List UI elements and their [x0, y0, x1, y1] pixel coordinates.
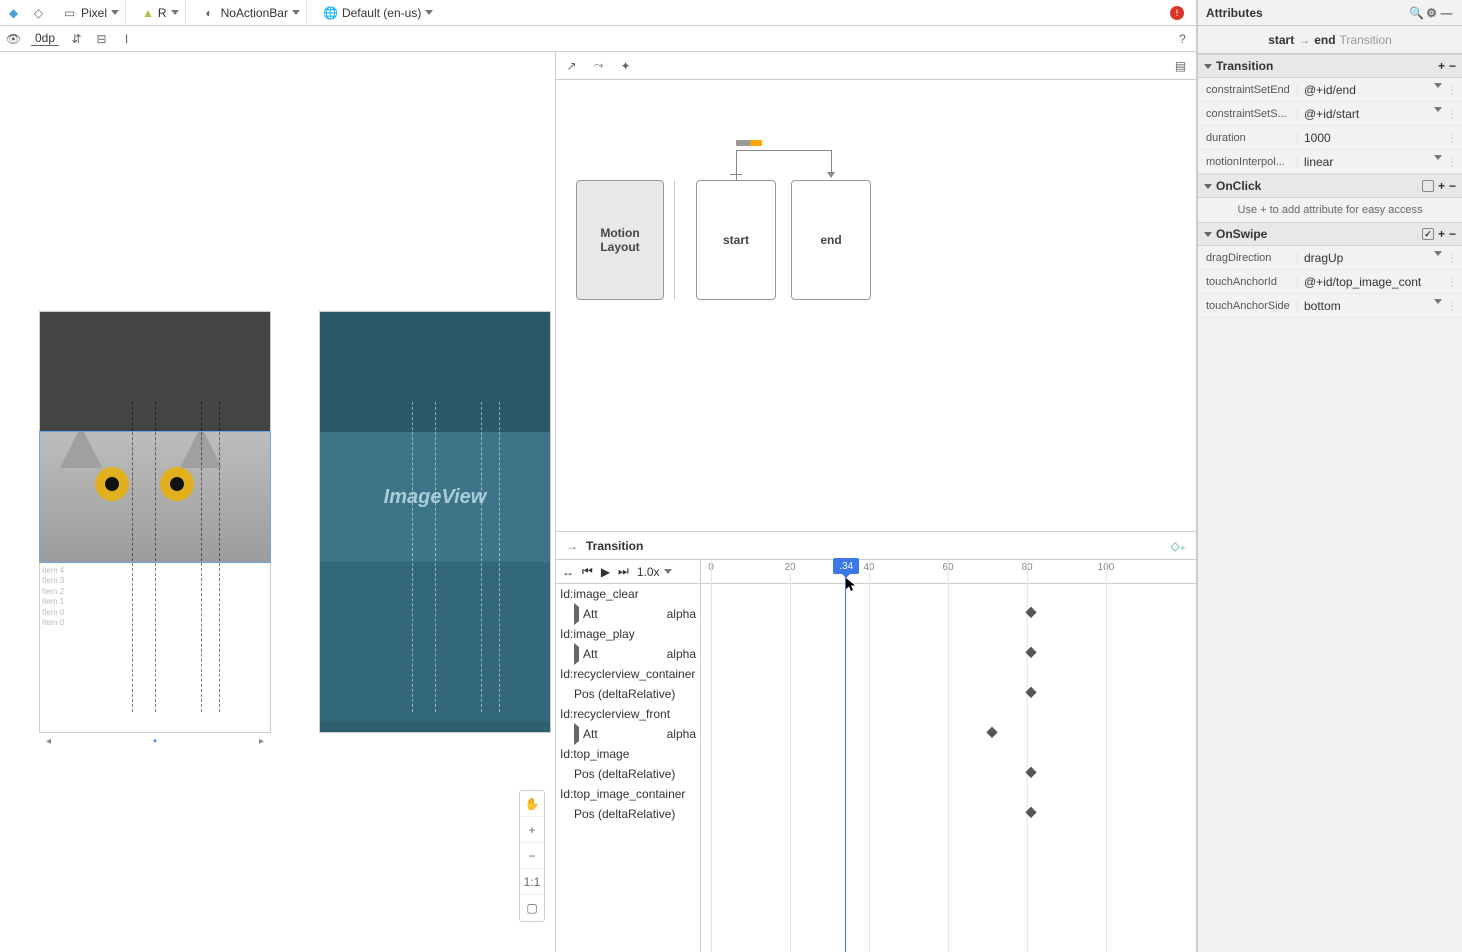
property-row[interactable]: constraintSetEnd@+id/end⋮ — [1198, 78, 1462, 102]
attributes-title: Attributes — [1206, 6, 1263, 20]
go-start-button[interactable]: ⏮ — [582, 564, 593, 579]
add-keyframe-button[interactable]: ◇₊ — [1170, 539, 1186, 553]
timeline-id-row[interactable]: Id:image_clear — [556, 584, 700, 604]
palette-icon[interactable]: ◆ — [6, 5, 21, 20]
timeline-panel: → Transition ◇₊ ↔ ⏮ ▶ ⏭ 1.0x — [556, 532, 1196, 952]
chevron-down-icon — [425, 10, 433, 15]
direction-button[interactable]: ↔ — [562, 565, 574, 579]
property-row[interactable]: motionInterpol...linear⋮ — [1198, 150, 1462, 174]
section-onswipe[interactable]: OnSwipe✓+− — [1198, 222, 1462, 246]
theme-dropdown[interactable]: ◐NoActionBar — [202, 5, 300, 20]
end-constraint-set[interactable]: end — [791, 180, 871, 300]
device-icon: ▭ — [62, 5, 77, 20]
timeline-attr-row[interactable]: Pos (deltaRelative) — [556, 804, 700, 824]
horizontal-scrollbar[interactable]: ◂▪▸ — [40, 735, 270, 747]
device-dropdown[interactable]: Pixel — [81, 6, 119, 20]
guideline-icon[interactable]: ⊟ — [94, 31, 109, 46]
add-constraint-icon[interactable]: ↗ — [564, 58, 579, 73]
playhead[interactable]: .34 — [845, 560, 846, 952]
attributes-panel: Attributes 🔍 ⚙ — start → end Transition … — [1197, 0, 1462, 952]
remove-attribute-button[interactable]: − — [1449, 179, 1456, 193]
timeline-attr-row[interactable]: Attalpha — [556, 604, 700, 624]
theme-icon: ◐ — [202, 5, 217, 20]
cursor-icon — [846, 578, 856, 592]
add-attribute-button[interactable]: + — [1438, 227, 1445, 241]
view-options-toolbar: 👁 0dp ⇵ ⊟ I ? — [0, 26, 1196, 52]
timeline-id-row[interactable]: Id:recyclerview_front — [556, 704, 700, 724]
chevron-down-icon — [664, 569, 672, 574]
design-canvas[interactable]: Item 4Item 3Item 2Item 1Item 0Item 0 ◂▪▸… — [0, 52, 555, 952]
remove-attribute-button[interactable]: − — [1449, 227, 1456, 241]
zoom-actual-button[interactable]: 1:1 — [520, 869, 544, 895]
timeline-attr-row[interactable]: Attalpha — [556, 724, 700, 744]
blueprint-preview[interactable]: ImageView — [320, 312, 550, 732]
transition-arrow[interactable] — [736, 140, 762, 146]
help-icon[interactable]: ? — [1175, 31, 1190, 46]
timeline-id-row[interactable]: Id:top_image — [556, 744, 700, 764]
speed-dropdown[interactable]: 1.0x — [637, 565, 672, 579]
section-checkbox[interactable] — [1422, 180, 1434, 192]
timeline-id-row[interactable]: Id:top_image_container — [556, 784, 700, 804]
chevron-down-icon — [111, 10, 119, 15]
pan-button[interactable]: ✋ — [520, 791, 544, 817]
timeline-attr-row[interactable]: Pos (deltaRelative) — [556, 684, 700, 704]
zoom-out-button[interactable]: − — [520, 843, 544, 869]
chevron-down-icon — [171, 10, 179, 15]
zoom-fit-button[interactable]: ▢ — [520, 895, 544, 921]
zoom-controls: ✋ + − 1:1 ▢ — [519, 790, 545, 922]
onclick-hint: Use + to add attribute for easy access — [1198, 198, 1462, 222]
section-transition[interactable]: Transition+− — [1198, 54, 1462, 78]
property-row[interactable]: touchAnchorSidebottom⋮ — [1198, 294, 1462, 318]
timeline-attr-row[interactable]: Attalpha — [556, 644, 700, 664]
api-dropdown[interactable]: ▲R — [142, 6, 179, 20]
add-attribute-button[interactable]: + — [1438, 59, 1445, 73]
chevron-down-icon — [292, 10, 300, 15]
go-end-button[interactable]: ⏭ — [618, 564, 629, 579]
keyframe-diamond[interactable] — [986, 727, 997, 738]
orientation-icon[interactable]: ◇ — [31, 5, 46, 20]
android-icon: ▲ — [142, 6, 154, 20]
surface-cycle-icon[interactable]: ▤ — [1173, 58, 1188, 73]
timeline-title: Transition — [586, 539, 643, 553]
locale-dropdown[interactable]: 🌐Default (en-us) — [323, 5, 433, 20]
add-click-icon[interactable]: ✦ — [618, 58, 633, 73]
property-row[interactable]: dragDirectiondragUp⋮ — [1198, 246, 1462, 270]
property-row[interactable]: touchAnchorId@+id/top_image_cont⋮ — [1198, 270, 1462, 294]
design-toolbar: ◆ ◇ ▭ Pixel ▲R ◐NoActionBar 🌐Default (en… — [0, 0, 1196, 26]
search-icon[interactable]: 🔍 — [1409, 5, 1424, 20]
motion-layout-box[interactable]: Motion Layout — [576, 180, 664, 300]
gear-icon[interactable]: ⚙ — [1424, 5, 1439, 20]
margin-dropdown[interactable]: 0dp — [31, 31, 59, 46]
align-icon[interactable]: ⇵ — [69, 31, 84, 46]
eye-icon[interactable]: 👁 — [6, 31, 21, 46]
design-preview[interactable]: Item 4Item 3Item 2Item 1Item 0Item 0 ◂▪▸ — [40, 312, 270, 732]
error-badge[interactable]: ! — [1170, 6, 1184, 20]
section-onclick[interactable]: OnClick+− — [1198, 174, 1462, 198]
motion-overview: ↗ ⤳ ✦ ▤ Motion Layout start end — [556, 52, 1196, 532]
timeline-attr-row[interactable]: Pos (deltaRelative) — [556, 764, 700, 784]
globe-icon: 🌐 — [323, 5, 338, 20]
tools-icon[interactable]: I — [119, 31, 134, 46]
transition-icon: → — [566, 539, 578, 553]
remove-attribute-button[interactable]: − — [1449, 59, 1456, 73]
timeline-id-row[interactable]: Id:recyclerview_container — [556, 664, 700, 684]
section-checkbox[interactable]: ✓ — [1422, 228, 1434, 240]
add-transition-icon[interactable]: ⤳ — [591, 58, 606, 73]
minimize-icon[interactable]: — — [1439, 5, 1454, 20]
start-constraint-set[interactable]: start — [696, 180, 776, 300]
add-attribute-button[interactable]: + — [1438, 179, 1445, 193]
selection-breadcrumb: start → end Transition — [1198, 26, 1462, 54]
property-row[interactable]: constraintSetS...@+id/start⋮ — [1198, 102, 1462, 126]
zoom-in-button[interactable]: + — [520, 817, 544, 843]
timeline-id-row[interactable]: Id:image_play — [556, 624, 700, 644]
property-row[interactable]: duration1000⋮ — [1198, 126, 1462, 150]
play-button[interactable]: ▶ — [601, 565, 610, 579]
